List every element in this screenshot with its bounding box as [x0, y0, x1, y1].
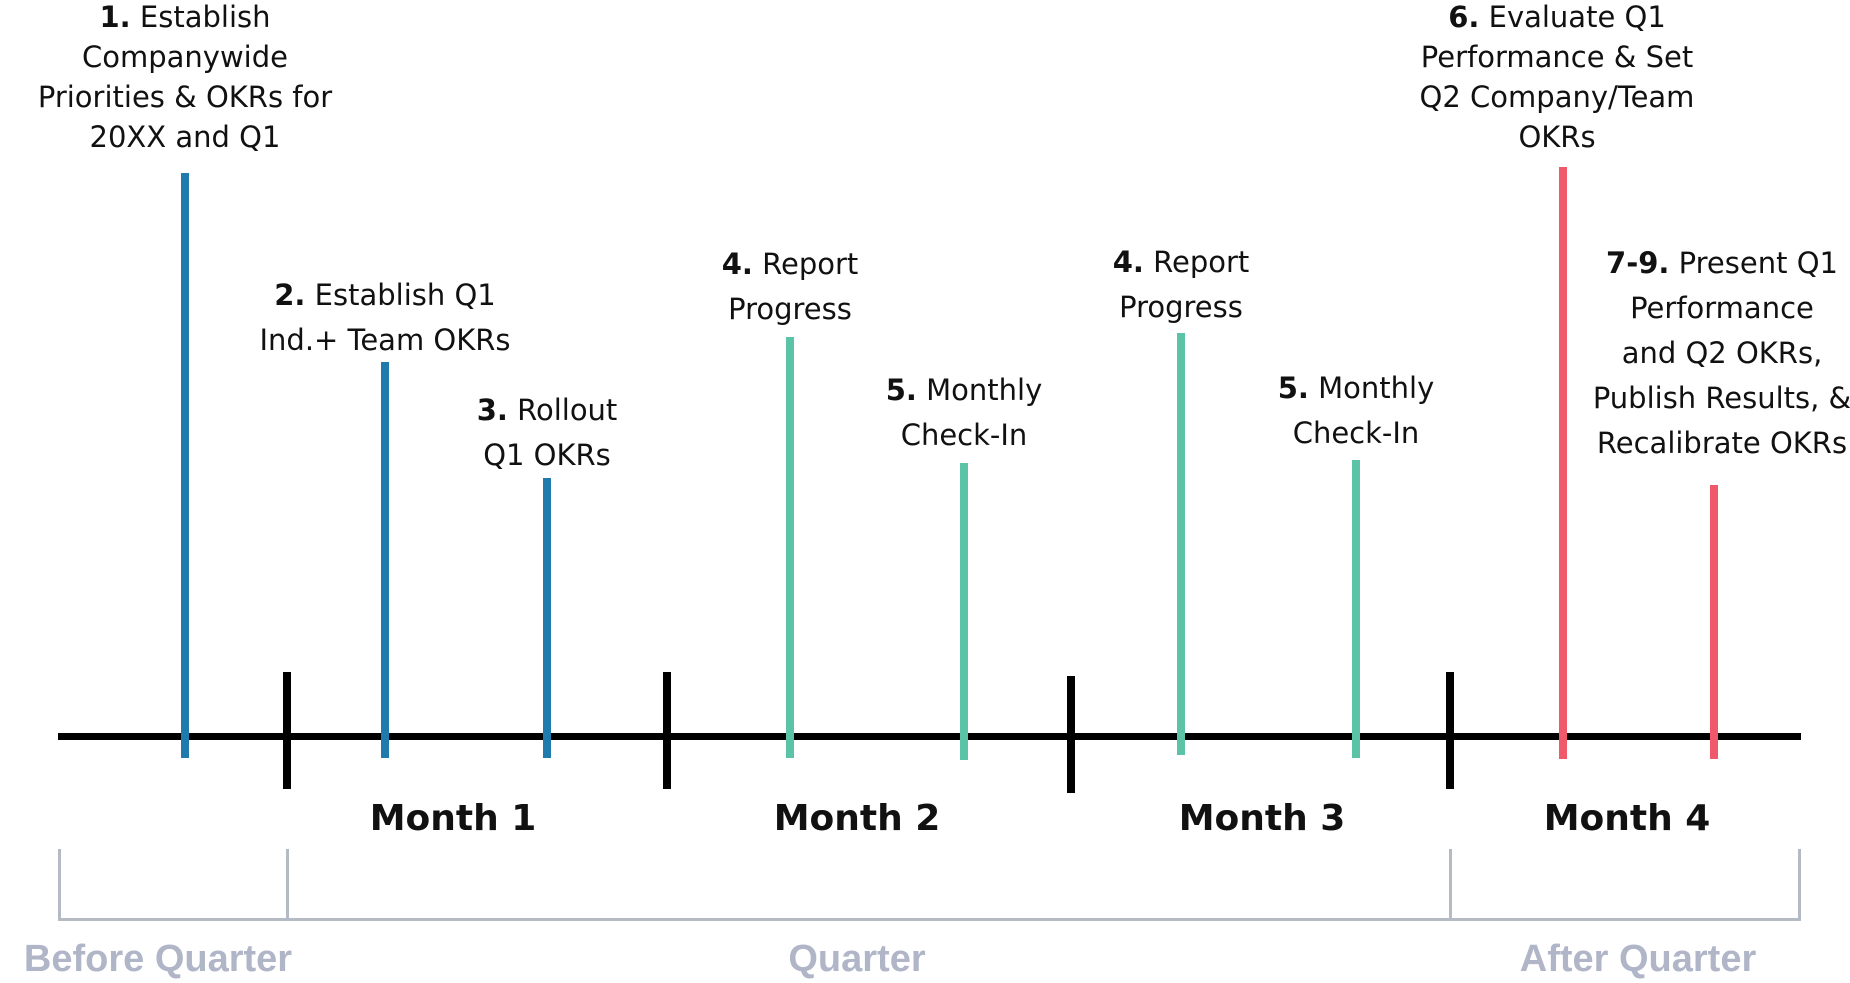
step-1-label: 1. Establish Companywide Priorities & OK…: [37, 0, 333, 154]
step-2-label: 2. Establish Q1 Ind.+ Team OKRs: [259, 278, 511, 357]
phase-before-quarter: Before Quarter: [23, 938, 293, 980]
step-3-marker: [543, 478, 551, 758]
step-2-marker: [381, 362, 389, 758]
month-divider-tick: [663, 672, 671, 789]
step-4b-label: 4. Report Progress: [1112, 245, 1250, 324]
step-4b-marker: [1177, 333, 1185, 755]
step-5-label: 5. Monthly Check-In: [885, 373, 1043, 452]
step-4-label: 4. Report Progress: [721, 247, 859, 326]
step-6-marker: [1559, 167, 1567, 759]
step-3-label: 3. Rollout Q1 OKRs: [476, 393, 618, 472]
month-2-label: Month 2: [773, 798, 941, 839]
month-divider-tick: [1067, 676, 1075, 793]
bracket-edge: [58, 849, 61, 921]
month-3-label: Month 3: [1178, 798, 1346, 839]
timeline-axis: [58, 733, 1801, 740]
step-6-label: 6. Evaluate Q1 Performance & Set Q2 Comp…: [1419, 0, 1695, 154]
step-5-marker: [960, 463, 968, 760]
bracket-edge: [286, 849, 289, 921]
phase-quarter: Quarter: [788, 938, 926, 980]
step-5b-marker: [1352, 460, 1360, 758]
step-5b-label: 5. Monthly Check-In: [1277, 371, 1435, 450]
step-7-9-label: 7-9. Present Q1 Performance and Q2 OKRs,…: [1592, 246, 1850, 460]
bracket-edge: [1449, 849, 1452, 921]
phase-after-quarter: After Quarter: [1519, 938, 1757, 980]
bracket-baseline: [58, 918, 1801, 921]
step-4-marker: [786, 337, 794, 758]
step-1-marker: [181, 173, 189, 758]
month-divider-tick: [1446, 672, 1454, 789]
month-4-label: Month 4: [1543, 798, 1711, 839]
step-7-9-marker: [1710, 485, 1718, 759]
month-1-label: Month 1: [369, 798, 537, 839]
okr-timeline-diagram: 1. Establish Companywide Priorities & OK…: [0, 0, 1850, 983]
bracket-edge: [1798, 849, 1801, 921]
month-divider-tick: [283, 672, 291, 789]
